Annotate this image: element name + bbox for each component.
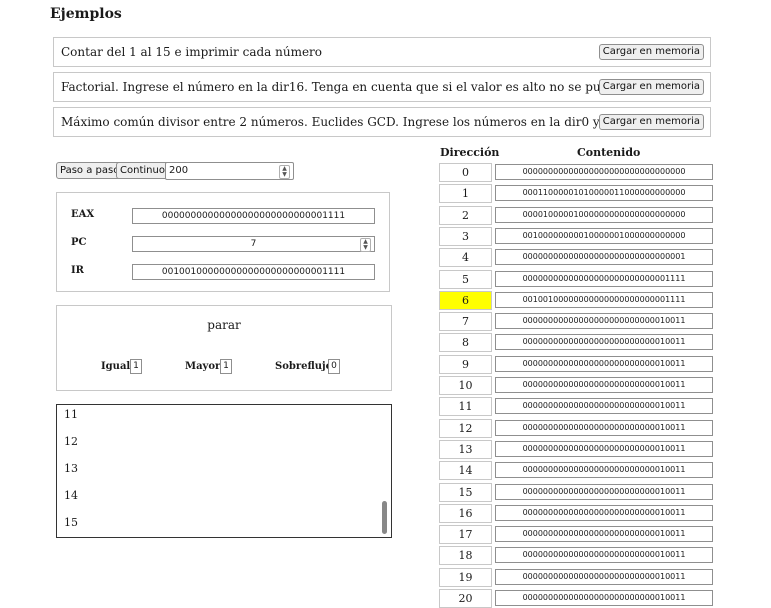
registers-panel: EAX 00000000000000000000000000001111 PC … — [56, 192, 390, 292]
speed-input[interactable]: 200 ▲ ▼ — [165, 162, 294, 180]
pc-field[interactable]: 7 ▲ ▼ — [132, 236, 375, 252]
example-description: Factorial. Ingrese el número en la dir16… — [61, 80, 678, 94]
speed-value: 200 — [169, 165, 189, 176]
example-card-factorial: Factorial. Ingrese el número en la dir16… — [53, 72, 711, 102]
memory-address-cell: 4 — [439, 248, 492, 267]
step-button[interactable]: Paso a paso — [56, 162, 124, 179]
memory-content-field[interactable]: 00000000000000000000000000010011 — [495, 526, 713, 542]
output-line: 14 — [64, 489, 78, 502]
load-example-button[interactable]: Cargar en memoria — [598, 114, 704, 130]
memory-address-cell: 18 — [439, 546, 492, 565]
status-message: parar — [207, 318, 241, 332]
memory-content-field[interactable]: 00100100000000000000000000001111 — [495, 292, 713, 308]
memory-address-cell: 15 — [439, 483, 492, 502]
memory-content-field[interactable]: 00011000001010000011000000000000 — [495, 185, 713, 201]
example-card-gcd: Máximo común divisor entre 2 números. Eu… — [53, 107, 711, 137]
memory-address-cell: 0 — [439, 163, 492, 182]
memory-address-cell: 8 — [439, 333, 492, 352]
memory-address-cell: 17 — [439, 525, 492, 544]
eax-field[interactable]: 00000000000000000000000000001111 — [132, 208, 375, 224]
memory-address-cell: 2 — [439, 206, 492, 225]
memory-content-field[interactable]: 00000000000000000000000000000000 — [495, 164, 713, 180]
flag-equal-label: Igual — [101, 361, 131, 372]
example-description: Máximo común divisor entre 2 números. Eu… — [61, 115, 666, 129]
memory-content-field[interactable]: 00000000000000000000000000010011 — [495, 505, 713, 521]
load-example-button[interactable]: Cargar en memoria — [598, 79, 704, 95]
pc-value: 7 — [250, 239, 257, 249]
memory-address-cell: 20 — [439, 589, 492, 608]
load-example-button[interactable]: Cargar en memoria — [598, 44, 704, 60]
continue-button[interactable]: Continuo — [116, 162, 169, 179]
memory-content-field[interactable]: 00000000000000000000000000010011 — [495, 590, 713, 606]
eax-label: EAX — [71, 209, 95, 220]
memory-content-field[interactable]: 00000000000000000000000000010011 — [495, 441, 713, 457]
memory-content-field[interactable]: 00000000000000000000000000010011 — [495, 313, 713, 329]
memory-content-field[interactable]: 00000000000000000000000000010011 — [495, 569, 713, 585]
ir-label: IR — [71, 265, 84, 276]
page-title: Ejemplos — [50, 6, 122, 22]
status-panel: parar Igual 1 Mayor 1 Sobreflujo 0 — [56, 305, 392, 391]
ir-field[interactable]: 00100100000000000000000000001111 — [132, 264, 375, 280]
memory-address-cell: 19 — [439, 568, 492, 587]
memory-content-field[interactable]: 00000000000000000000000000010011 — [495, 547, 713, 563]
memory-content-field[interactable]: 00000000000000000000000000010011 — [495, 398, 713, 414]
output-line: 12 — [64, 435, 78, 448]
memory-content-field[interactable]: 00000000000000000000000000010011 — [495, 484, 713, 500]
memory-address-cell: 14 — [439, 461, 492, 480]
flag-overflow-value: 0 — [328, 359, 340, 374]
memory-address-cell: 16 — [439, 504, 492, 523]
memory-address-cell: 13 — [439, 440, 492, 459]
flag-greater-value: 1 — [220, 359, 232, 374]
memory-address-cell: 5 — [439, 270, 492, 289]
flag-overflow-label: Sobreflujo — [275, 361, 333, 372]
memory-address-cell: 6 — [439, 291, 492, 310]
memory-address-cell: 11 — [439, 397, 492, 416]
output-line: 13 — [64, 462, 78, 475]
example-card-count: Contar del 1 al 15 e imprimir cada númer… — [53, 37, 711, 67]
spinner-arrows-icon[interactable]: ▲ ▼ — [279, 165, 290, 179]
memory-content-field[interactable]: 00000000000000000000000000010011 — [495, 420, 713, 436]
memory-address-cell: 9 — [439, 355, 492, 374]
example-description: Contar del 1 al 15 e imprimir cada númer… — [61, 45, 323, 59]
memory-content-field[interactable]: 00000000000000000000000000000001 — [495, 249, 713, 265]
output-scrollbar[interactable] — [382, 501, 387, 534]
memory-content-field[interactable]: 00100000000010000001000000000000 — [495, 228, 713, 244]
address-header: Dirección — [440, 146, 500, 159]
flag-equal-value: 1 — [130, 359, 142, 374]
memory-content-field[interactable]: 00000000000000000000000000010011 — [495, 334, 713, 350]
memory-content-field[interactable]: 00000000000000000000000000010011 — [495, 462, 713, 478]
memory-address-cell: 1 — [439, 184, 492, 203]
spinner-arrows-icon[interactable]: ▲ ▼ — [360, 238, 371, 252]
content-header: Contenido — [577, 146, 641, 159]
memory-content-field[interactable]: 00001000001000000000000000000000 — [495, 207, 713, 223]
memory-content-field[interactable]: 00000000000000000000000000001111 — [495, 271, 713, 287]
memory-content-field[interactable]: 00000000000000000000000000010011 — [495, 377, 713, 393]
memory-address-cell: 12 — [439, 419, 492, 438]
flag-greater-label: Mayor — [185, 361, 221, 372]
output-line: 15 — [64, 516, 78, 529]
memory-content-field[interactable]: 00000000000000000000000000010011 — [495, 356, 713, 372]
pc-label: PC — [71, 237, 87, 248]
memory-address-cell: 3 — [439, 227, 492, 246]
memory-address-cell: 10 — [439, 376, 492, 395]
output-console[interactable]: 11 12 13 14 15 — [56, 404, 392, 538]
output-line: 11 — [64, 408, 78, 421]
memory-address-cell: 7 — [439, 312, 492, 331]
